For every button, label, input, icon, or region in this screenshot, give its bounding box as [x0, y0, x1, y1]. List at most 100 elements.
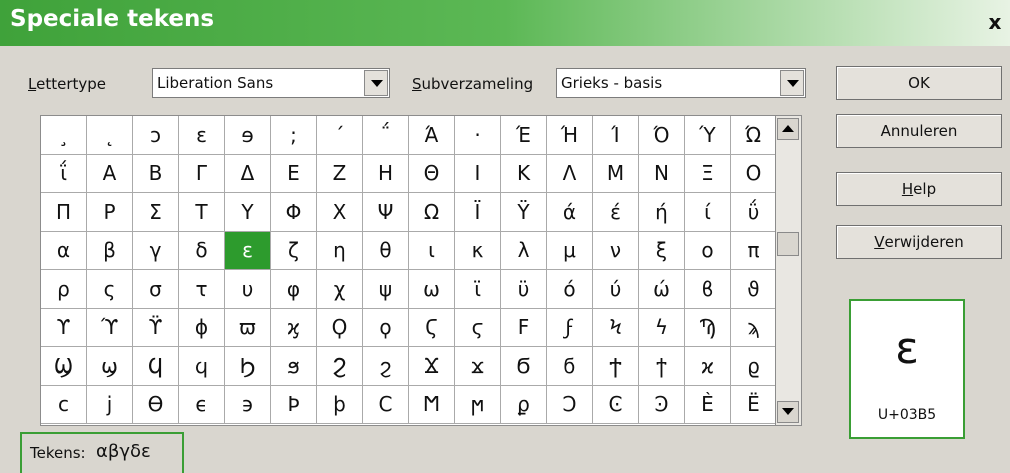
grid-cell[interactable]: ϐ	[685, 270, 731, 309]
scroll-down-icon[interactable]	[777, 401, 799, 423]
grid-cell[interactable]: ¸	[41, 116, 87, 155]
grid-cell[interactable]: Ο	[731, 155, 775, 193]
grid-cell[interactable]: Ξ	[685, 154, 731, 193]
grid-cell[interactable]: ϙ	[363, 308, 409, 347]
grid-cell[interactable]: ί	[685, 193, 731, 232]
grid-cell[interactable]: ϯ	[639, 347, 685, 386]
grid-cell[interactable]: ·	[455, 116, 501, 155]
grid-cell[interactable]: Δ	[225, 154, 271, 193]
grid-cell[interactable]: Ϧ	[225, 347, 271, 386]
grid-cell[interactable]: ϭ	[547, 347, 593, 386]
grid-cell[interactable]: ο	[685, 231, 731, 270]
grid-cell[interactable]: Έ	[501, 116, 547, 155]
grid-cell[interactable]: Ή	[547, 116, 593, 155]
grid-cell[interactable]: έ	[593, 193, 639, 232]
grid-cell[interactable]: ά	[547, 193, 593, 232]
grid-cell[interactable]: Ϋ	[501, 193, 547, 232]
grid-cell[interactable]: ω	[409, 270, 455, 309]
grid-cell[interactable]: ϕ	[179, 308, 225, 347]
grid-cell[interactable]: θ	[363, 231, 409, 270]
grid-cell[interactable]: σ	[133, 270, 179, 309]
close-button[interactable]: x	[984, 10, 1006, 34]
grid-cell[interactable]: ΄	[317, 116, 363, 155]
grid-cell[interactable]: β	[87, 231, 133, 270]
grid-cell[interactable]: Υ	[225, 193, 271, 232]
grid-cell[interactable]: Ͽ	[639, 385, 685, 424]
grid-cell[interactable]: ;	[271, 116, 317, 155]
grid-cell[interactable]: Τ	[179, 193, 225, 232]
grid-cell[interactable]: ϋ	[501, 270, 547, 309]
grid-cell[interactable]: ϑ	[731, 270, 775, 309]
grid-cell[interactable]: ϡ	[731, 309, 775, 347]
chevron-down-icon[interactable]	[780, 70, 804, 96]
grid-cell[interactable]: υ	[225, 270, 271, 309]
grid-cell[interactable]: μ	[547, 231, 593, 270]
grid-cell[interactable]: ϶	[225, 385, 271, 424]
grid-cell[interactable]: ή	[639, 193, 685, 232]
grid-cell[interactable]: ϵ	[179, 385, 225, 424]
grid-cell[interactable]: Ω	[409, 193, 455, 232]
grid-cell[interactable]: ϰ	[685, 347, 731, 386]
grid-cell[interactable]: Λ	[547, 154, 593, 193]
grid-cell[interactable]: Ώ	[731, 116, 775, 155]
grid-cell[interactable]: ϸ	[317, 385, 363, 424]
grid-cell[interactable]: Ψ	[363, 193, 409, 232]
grid-cell[interactable]: Ϻ	[409, 385, 455, 424]
grid-cell[interactable]: ϖ	[225, 308, 271, 347]
grid-cell[interactable]: j	[87, 385, 133, 424]
grid-cell[interactable]: ϝ	[547, 308, 593, 347]
grid-cell[interactable]: ϣ	[87, 347, 133, 386]
grid-cell[interactable]: Μ	[593, 154, 639, 193]
grid-cell[interactable]: Ι	[455, 154, 501, 193]
grid-cell[interactable]: ϗ	[271, 308, 317, 347]
grid-cell[interactable]: Γ	[179, 154, 225, 193]
ok-button[interactable]: OK	[836, 66, 1002, 100]
grid-cell[interactable]: Ό	[639, 116, 685, 155]
grid-cell[interactable]: ɔ	[133, 116, 179, 155]
grid-cell[interactable]: Θ	[409, 154, 455, 193]
grid-cell[interactable]: ϴ	[133, 385, 179, 424]
grid-cell[interactable]: ˛	[87, 116, 133, 155]
grid-cell[interactable]: δ	[179, 231, 225, 270]
grid-cell[interactable]: Ϙ	[317, 308, 363, 347]
grid-cell[interactable]: Ν	[639, 154, 685, 193]
grid-cell[interactable]: ς	[87, 270, 133, 309]
scroll-thumb[interactable]	[777, 232, 799, 256]
grid-cell[interactable]: ΅	[363, 116, 409, 155]
grid-cell[interactable]: Ϝ	[501, 308, 547, 347]
grid-cell[interactable]: Ε	[271, 154, 317, 193]
grid-cell[interactable]: Ϩ	[317, 347, 363, 386]
grid-cell[interactable]: π	[731, 232, 775, 270]
help-button[interactable]: Help	[836, 172, 1002, 206]
characters-field[interactable]: Tekens: αβγδε	[20, 432, 184, 473]
grid-cell[interactable]: ɘ	[225, 116, 271, 155]
grid-cell[interactable]: κ	[455, 231, 501, 270]
grid-cell[interactable]: ϊ	[455, 270, 501, 309]
grid-cell[interactable]: ϛ	[455, 308, 501, 347]
grid-cell[interactable]: Ͼ	[593, 385, 639, 424]
grid-cell[interactable]: Ρ	[87, 193, 133, 232]
grid-cell[interactable]: λ	[501, 231, 547, 270]
grid-cell[interactable]: Ϟ	[593, 308, 639, 347]
grid-cell[interactable]: Ά	[409, 116, 455, 155]
grid-cell[interactable]: ϟ	[639, 308, 685, 347]
delete-button[interactable]: Verwijderen	[836, 225, 1002, 259]
grid-cell[interactable]: ΐ	[41, 154, 87, 193]
grid-cell[interactable]: Ϯ	[593, 347, 639, 386]
grid-cell[interactable]: ϻ	[455, 385, 501, 424]
grid-cell[interactable]: ϫ	[455, 347, 501, 386]
grid-cell[interactable]: ύ	[593, 270, 639, 309]
grid-scrollbar[interactable]	[776, 115, 802, 426]
grid-cell[interactable]: ϱ	[731, 347, 775, 386]
grid-cell[interactable]: Ё	[731, 386, 775, 424]
grid-cell[interactable]: Ϡ	[685, 308, 731, 347]
grid-cell[interactable]: ξ	[639, 231, 685, 270]
grid-cell[interactable]: Σ	[133, 193, 179, 232]
grid-cell[interactable]: ϔ	[133, 308, 179, 347]
grid-cell[interactable]: c	[41, 385, 87, 424]
grid-cell[interactable]: Ϭ	[501, 347, 547, 386]
grid-cell[interactable]: χ	[317, 270, 363, 309]
grid-cell[interactable]: ν	[593, 231, 639, 270]
grid-cell[interactable]: ψ	[363, 270, 409, 309]
subset-select[interactable]: Grieks - basis	[556, 68, 806, 98]
